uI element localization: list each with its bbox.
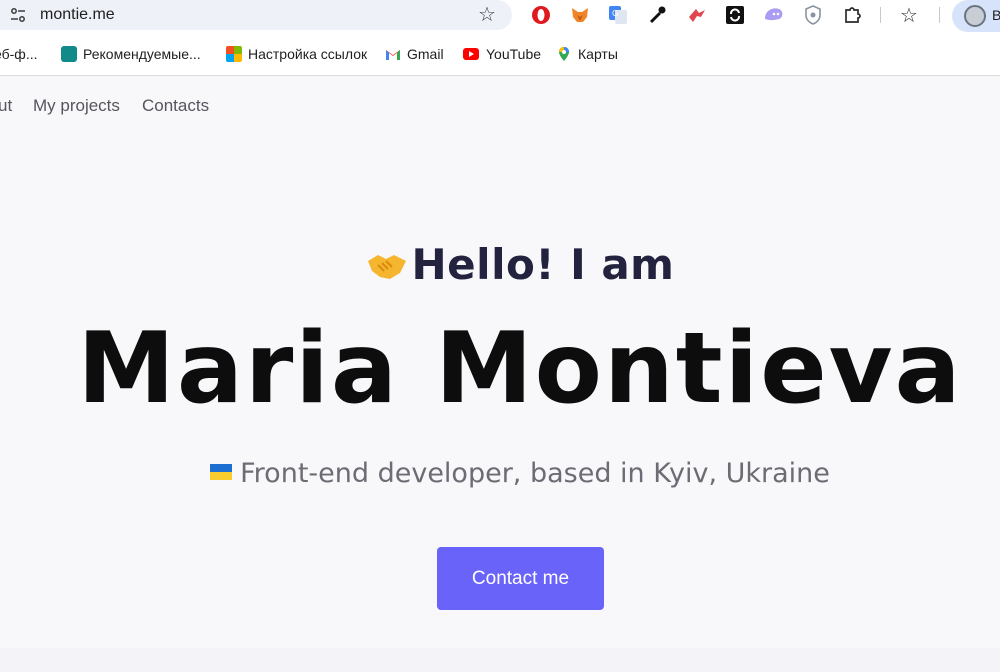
bird-extension-icon[interactable] xyxy=(686,4,708,26)
maps-icon xyxy=(559,47,569,61)
site-settings-icon[interactable] xyxy=(10,7,26,23)
chrome-divider xyxy=(0,75,1000,76)
bookmarks-bar: еб-ф... Рекомендуемые... Настройка ссыло… xyxy=(0,38,1000,70)
contact-me-button[interactable]: Contact me xyxy=(437,547,604,610)
bookmark-item[interactable]: Рекомендуемые... xyxy=(61,44,201,64)
bookmark-item[interactable]: Gmail xyxy=(385,44,444,64)
next-section xyxy=(0,648,1000,672)
bookmark-label: еб-ф... xyxy=(0,46,38,62)
bookmark-item[interactable]: Карты xyxy=(556,44,618,64)
hero-greeting-text: Hello! I am xyxy=(411,240,675,289)
profile-name: B xyxy=(992,7,1000,23)
profile-button[interactable]: B xyxy=(952,0,1000,32)
extensions-puzzle-icon[interactable] xyxy=(841,4,863,26)
ukraine-flag-icon xyxy=(210,464,233,480)
microsoft-icon xyxy=(226,46,242,62)
bookmark-label: YouTube xyxy=(486,46,542,62)
nav-link-about[interactable]: ut xyxy=(0,96,12,116)
nav-link-projects[interactable]: My projects xyxy=(33,96,120,116)
avatar xyxy=(964,5,986,27)
bookmark-item[interactable]: YouTube xyxy=(462,44,541,64)
sync-extension-icon[interactable] xyxy=(724,4,746,26)
address-bar-url[interactable]: montie.me xyxy=(40,6,115,24)
toolbar-divider xyxy=(939,7,940,23)
shield-extension-icon[interactable] xyxy=(802,4,824,26)
toolbar-divider xyxy=(880,7,881,23)
ghost-extension-icon[interactable] xyxy=(763,4,785,26)
metamask-extension-icon[interactable] xyxy=(569,4,591,26)
bookmark-label: Карты xyxy=(578,46,618,62)
bing-icon xyxy=(61,46,77,62)
hero-greeting: Hello! I am xyxy=(0,240,1000,289)
color-picker-extension-icon[interactable] xyxy=(646,4,668,26)
bookmark-label: Gmail xyxy=(407,46,444,62)
translate-extension-icon[interactable]: G xyxy=(607,4,629,26)
gmail-icon xyxy=(386,50,400,60)
bookmark-item[interactable]: Настройка ссылок xyxy=(226,44,367,64)
browser-toolbar: montie.me ☆ G ☆ B xyxy=(0,0,1000,32)
nav-link-contacts[interactable]: Contacts xyxy=(142,96,209,116)
address-bar[interactable]: montie.me ☆ xyxy=(0,0,512,30)
bookmark-item[interactable]: еб-ф... xyxy=(0,44,38,64)
hero-subtitle: Front-end developer, based in Kyiv, Ukra… xyxy=(0,458,1000,489)
hero-name: Maria Montieva xyxy=(77,312,963,426)
handshake-icon xyxy=(367,255,406,279)
hero-subtitle-text: Front-end developer, based in Kyiv, Ukra… xyxy=(240,458,830,489)
opera-extension-icon[interactable] xyxy=(530,4,552,26)
youtube-icon xyxy=(463,48,479,60)
bookmark-label: Рекомендуемые... xyxy=(83,46,201,62)
svg-text:G: G xyxy=(612,9,618,18)
bookmark-star-icon[interactable]: ☆ xyxy=(478,4,496,26)
reading-list-star-icon[interactable]: ☆ xyxy=(898,4,920,27)
bookmark-label: Настройка ссылок xyxy=(248,46,368,62)
